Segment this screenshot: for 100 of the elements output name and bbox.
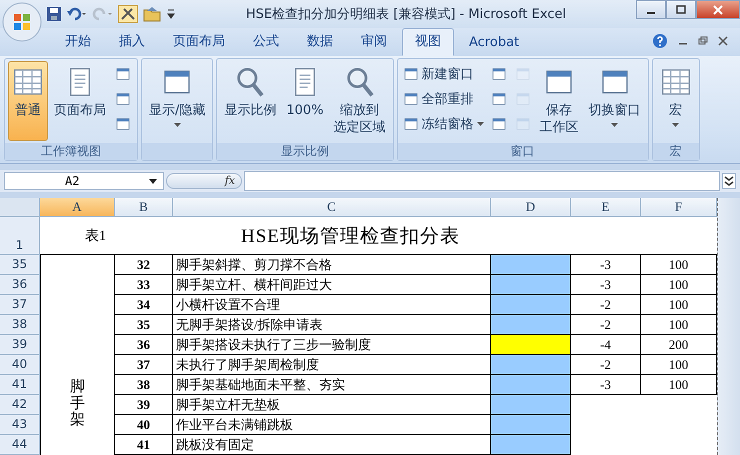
table-cell: 35 xyxy=(115,315,173,335)
row-header[interactable]: 42 xyxy=(0,395,40,415)
table-cell: 无脚手架搭设/拆除申请表 xyxy=(173,315,491,335)
vertical-scrollbar[interactable] xyxy=(717,198,740,455)
row-header[interactable]: 38 xyxy=(0,315,40,335)
window-icon xyxy=(402,91,419,107)
close-button[interactable] xyxy=(696,0,740,19)
table-cell: 34 xyxy=(115,295,173,315)
window-title: HSE检查扣分加分明细表 [兼容模式] - Microsoft Excel xyxy=(244,6,568,23)
window-icon xyxy=(115,91,131,107)
window-icon xyxy=(490,66,507,82)
expand-icon[interactable] xyxy=(722,173,736,189)
close-icon xyxy=(712,4,724,14)
maximize-button[interactable] xyxy=(666,0,696,19)
table-cell: 脚手架立杆、横杆间距过大 xyxy=(173,275,491,295)
window-icon xyxy=(514,116,531,132)
column-header[interactable]: B xyxy=(115,198,173,217)
function-label: fx xyxy=(224,174,235,188)
customize-icon[interactable] xyxy=(166,8,176,20)
table-cell: 40 xyxy=(115,415,173,435)
ribbon-tab[interactable]: 数据 xyxy=(294,28,346,56)
ribbon-tab[interactable]: 插入 xyxy=(106,28,158,56)
table-label: 表1 xyxy=(85,228,106,244)
window-icon xyxy=(115,66,131,82)
table-cell: -3 xyxy=(571,375,641,395)
row-header[interactable]: 39 xyxy=(0,335,40,355)
table-cell: -3 xyxy=(571,255,641,275)
group-footer xyxy=(142,143,212,160)
ribbon-button[interactable]: 显示/隐藏 xyxy=(145,61,210,141)
column-header[interactable]: C xyxy=(173,198,491,217)
table-cell: 100 xyxy=(641,355,717,375)
ribbon-button[interactable]: 显示比例 xyxy=(220,61,280,141)
row-header[interactable]: 37 xyxy=(0,295,40,315)
ribbon-tab[interactable]: 页面布局 xyxy=(160,28,238,56)
help-icon[interactable] xyxy=(652,33,668,49)
table-cell: 32 xyxy=(115,255,173,275)
window-icon xyxy=(490,91,507,107)
ribbon-button[interactable]: 页面布局 xyxy=(50,61,110,141)
sheet-title: HSE现场管理检查扣分表 xyxy=(241,224,460,248)
table-cell: 脚手架立杆无垫板 xyxy=(173,395,491,415)
ribbon-button[interactable]: 全部重排 xyxy=(400,88,486,110)
table-cell: 36 xyxy=(115,335,173,355)
column-header[interactable]: D xyxy=(491,198,571,217)
group-label: 显示比例 xyxy=(217,143,393,160)
ribbon-tab[interactable]: Acrobat xyxy=(456,31,532,56)
row-header[interactable]: 40 xyxy=(0,355,40,375)
save-icon[interactable] xyxy=(46,6,62,22)
table-cell: 100 xyxy=(641,275,717,295)
table-cell: 33 xyxy=(115,275,173,295)
minimize-button[interactable] xyxy=(636,0,666,19)
table-cell: 100 xyxy=(641,375,717,395)
table-cell: 200 xyxy=(641,335,717,355)
row-header[interactable]: 1 xyxy=(0,217,40,255)
column-header[interactable]: E xyxy=(571,198,641,217)
column-header[interactable]: F xyxy=(641,198,717,217)
table-cell: 脚手架斜撑、剪刀撑不合格 xyxy=(173,255,491,275)
ribbon-button[interactable]: 普通 xyxy=(8,61,48,141)
ribbon-button[interactable]: 新建窗口 xyxy=(400,63,486,85)
formula-input[interactable] xyxy=(244,171,720,191)
group-label: 宏 xyxy=(652,143,699,160)
group-label: 窗口 xyxy=(398,143,648,160)
ribbon-button[interactable]: 缩放到 选定区域 xyxy=(330,61,390,141)
table-cell: 100 xyxy=(641,315,717,335)
ribbon-tab[interactable]: 视图 xyxy=(402,28,454,56)
close-icon[interactable] xyxy=(718,36,728,46)
window-icon xyxy=(402,116,419,132)
restore-icon[interactable] xyxy=(698,36,708,46)
caret-icon xyxy=(149,178,157,184)
ribbon-button[interactable]: 宏 xyxy=(656,61,696,141)
table-cell: 41 xyxy=(115,435,173,455)
ribbon-tab[interactable]: 审阅 xyxy=(348,28,400,56)
table-cell: -2 xyxy=(571,295,641,315)
maximize-icon xyxy=(675,4,687,14)
table-cell: -2 xyxy=(571,355,641,375)
ribbon-button[interactable]: 保存 工作区 xyxy=(536,61,583,141)
ribbon-button[interactable]: 100% xyxy=(282,61,328,141)
column-header[interactable]: A xyxy=(40,198,115,217)
row-header[interactable]: 35 xyxy=(0,255,40,275)
ribbon-button[interactable]: 冻结窗格 xyxy=(400,113,486,135)
ribbon-tab[interactable]: 开始 xyxy=(52,28,104,56)
undo-icon[interactable] xyxy=(66,6,88,22)
group-label: 工作簿视图 xyxy=(5,143,137,160)
window-icon xyxy=(514,91,531,107)
window-icon xyxy=(514,66,531,82)
table-cell: 100 xyxy=(641,295,717,315)
minimize-icon xyxy=(647,12,655,14)
row-header[interactable]: 36 xyxy=(0,275,40,295)
table-cell: 作业平台未满铺跳板 xyxy=(173,415,491,435)
ribbon-tab[interactable]: 公式 xyxy=(240,28,292,56)
row-header[interactable]: 44 xyxy=(0,435,40,455)
name-box[interactable]: A2 xyxy=(4,172,164,190)
table-cell: 39 xyxy=(115,395,173,415)
table-cell: 跳板没有固定 xyxy=(173,435,491,455)
row-header[interactable]: 41 xyxy=(0,375,40,395)
ribbon-button[interactable]: 切换窗口 xyxy=(584,61,645,141)
row-header[interactable]: 43 xyxy=(0,415,40,435)
table-cell: 脚手架搭设未执行了三步一验制度 xyxy=(173,335,491,355)
table-cell: 100 xyxy=(641,255,717,275)
window-icon xyxy=(490,116,507,132)
insert-function-button[interactable]: fx xyxy=(166,173,242,189)
